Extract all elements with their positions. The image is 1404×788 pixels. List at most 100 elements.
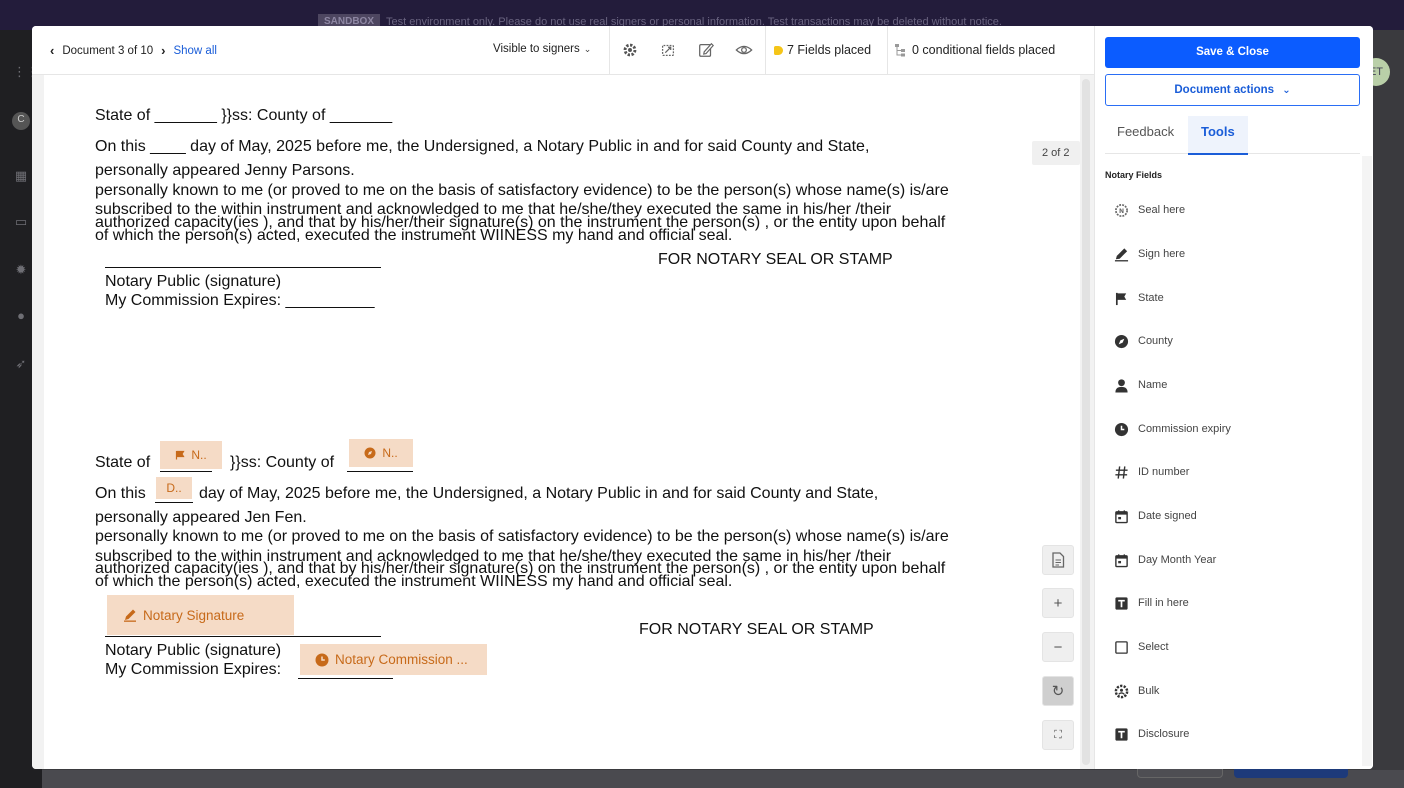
doc-line-ofwhich: of which the person(s) acted, executed t… — [95, 227, 733, 244]
show-all-link[interactable]: Show all — [173, 45, 216, 57]
settings-gear-icon[interactable] — [620, 40, 640, 60]
tool-label: ID number — [1138, 466, 1190, 478]
conditional-fields-status[interactable]: 0 conditional fields placed — [894, 43, 1055, 57]
tool-sign-here[interactable]: Sign here — [1105, 233, 1360, 275]
viewer-scrollbar-thumb[interactable] — [1082, 79, 1090, 765]
settings-icon[interactable]: ✹ — [13, 262, 29, 278]
conditional-fields-count: 0 conditional fields placed — [912, 43, 1056, 57]
doc-line-known: personally known to me (or proved to me … — [95, 182, 949, 199]
tool-label: Name — [1138, 379, 1168, 391]
commission-underline — [298, 678, 393, 679]
page-thumbnails-button[interactable] — [1042, 545, 1074, 575]
tool-day-month-year[interactable]: Day Month Year — [1105, 539, 1360, 581]
day-field[interactable]: D.. — [156, 477, 192, 499]
county-underline — [347, 471, 413, 472]
notary-signature-field[interactable]: Notary Signature — [107, 595, 294, 635]
fields-placed-count: 7 Fields placed — [787, 43, 872, 57]
doc-line-state: State of _______ }}ss: County of _______ — [95, 107, 393, 124]
expand-icon: ⛶ — [1054, 728, 1062, 741]
next-document-chevron-icon[interactable]: › — [161, 43, 165, 58]
doc-line-appeared: personally appeared Jen Fen. — [95, 509, 307, 526]
fit-to-screen-button[interactable]: ⛶ — [1042, 720, 1074, 750]
users-icon[interactable]: ● — [13, 308, 29, 324]
conditional-tree-icon — [895, 44, 905, 57]
doc-line-ofwhich: of which the person(s) acted, executed t… — [95, 573, 733, 590]
clock-icon — [315, 653, 329, 666]
tab-tools[interactable]: Tools — [1188, 116, 1248, 155]
tool-name[interactable]: Name — [1105, 364, 1360, 406]
visibility-dropdown[interactable]: Visible to signers ⌄ — [493, 43, 591, 55]
panel-tabs: Feedback Tools — [1105, 116, 1360, 155]
day-underline — [155, 502, 193, 503]
hash-icon — [1113, 464, 1129, 480]
viewer-scrollbar[interactable] — [1080, 75, 1094, 769]
day-field-label: D.. — [166, 481, 182, 495]
tool-label: County — [1138, 335, 1173, 347]
doc-line-appeared: personally appeared Jenny Parsons. — [95, 162, 355, 179]
tool-bulk[interactable]: Bulk — [1105, 670, 1360, 712]
signature-line — [105, 267, 381, 268]
tool-date-signed[interactable]: Date signed — [1105, 495, 1360, 537]
refresh-icon: ↻ — [1051, 683, 1065, 700]
doc-line-onthis: On this ____ day of May, 2025 before me,… — [95, 138, 870, 155]
toolbar-divider — [609, 26, 610, 74]
dashboard-icon[interactable]: ▦ — [13, 168, 29, 184]
clock-icon — [1113, 421, 1129, 437]
toolbar-divider — [765, 26, 766, 74]
tool-label: Seal here — [1138, 204, 1186, 216]
tool-label: Select — [1138, 641, 1169, 653]
chevron-down-icon: ⌄ — [1282, 85, 1291, 96]
preview-eye-icon[interactable] — [734, 40, 754, 60]
calendar-icon[interactable]: ▭ — [13, 214, 29, 230]
tool-fill-in-here[interactable]: Fill in here — [1105, 582, 1360, 624]
edit-document-icon[interactable] — [696, 40, 716, 60]
tool-commission-expiry[interactable]: Commission expiry — [1105, 408, 1360, 450]
visibility-label: Visible to signers — [493, 43, 580, 55]
panel-scrollbar[interactable] — [1362, 156, 1372, 766]
county-field-label: N.. — [382, 446, 398, 460]
state-underline — [160, 471, 212, 472]
doc-line-known: personally known to me (or proved to me … — [95, 528, 949, 545]
replace-document-icon[interactable] — [658, 40, 678, 60]
apps-grid-icon[interactable]: ⋮⋮ — [13, 64, 39, 80]
document-actions-button[interactable]: Document actions ⌄ — [1105, 74, 1360, 106]
state-field-label: N.. — [191, 448, 207, 462]
doc-commission-prefix: My Commission Expires: — [105, 661, 282, 678]
calendar-icon — [1113, 552, 1129, 568]
prev-document-chevron-icon[interactable]: ‹ — [50, 43, 54, 58]
doc-line-state-prefix: State of — [95, 454, 151, 471]
editor-toolbar: ‹ Document 3 of 10 › Show all Visible to… — [32, 26, 1094, 75]
tool-label: Day Month Year — [1138, 554, 1217, 566]
text-box-icon — [1113, 595, 1129, 611]
notary-commission-field[interactable]: Notary Commission ... — [300, 644, 487, 675]
zoom-in-button[interactable]: + — [1042, 588, 1074, 618]
pen-icon — [1113, 246, 1129, 262]
doc-seal-label: FOR NOTARY SEAL OR STAMP — [658, 251, 893, 268]
rocket-icon[interactable]: ➶ — [13, 356, 29, 372]
tool-disclosure[interactable]: Disclosure — [1105, 713, 1360, 755]
document-viewer: 2 of 2 State of _______ }}ss: County of … — [32, 75, 1094, 769]
notary-commission-field-label: Notary Commission ... — [335, 652, 468, 667]
zoom-out-button[interactable]: − — [1042, 632, 1074, 662]
tool-county[interactable]: County — [1105, 320, 1360, 362]
tab-feedback[interactable]: Feedback — [1117, 116, 1174, 153]
tool-id-number[interactable]: ID number — [1105, 451, 1360, 493]
org-avatar-icon[interactable]: C — [12, 112, 30, 130]
state-field[interactable]: N.. — [160, 441, 222, 469]
county-field[interactable]: N.. — [349, 439, 413, 467]
doc-notary-signature-label: Notary Public (signature) — [105, 273, 282, 290]
tool-state[interactable]: State — [1105, 277, 1360, 319]
save-close-button[interactable]: Save & Close — [1105, 37, 1360, 68]
reset-zoom-button[interactable]: ↻ — [1042, 676, 1074, 706]
svg-text:N: N — [1118, 207, 1123, 214]
tool-label: Bulk — [1138, 685, 1160, 697]
document-navigation: ‹ Document 3 of 10 › Show all — [50, 43, 217, 58]
tool-select[interactable]: Select — [1105, 626, 1360, 668]
tool-label: Disclosure — [1138, 728, 1190, 740]
compass-icon — [364, 447, 376, 459]
doc-notary-signature-label: Notary Public (signature) — [105, 642, 282, 659]
checkbox-icon — [1113, 639, 1129, 655]
fields-placed-status[interactable]: 7 Fields placed — [774, 43, 871, 57]
notary-fields-heading: Notary Fields — [1105, 170, 1163, 180]
tool-seal-here[interactable]: N Seal here — [1105, 189, 1360, 231]
